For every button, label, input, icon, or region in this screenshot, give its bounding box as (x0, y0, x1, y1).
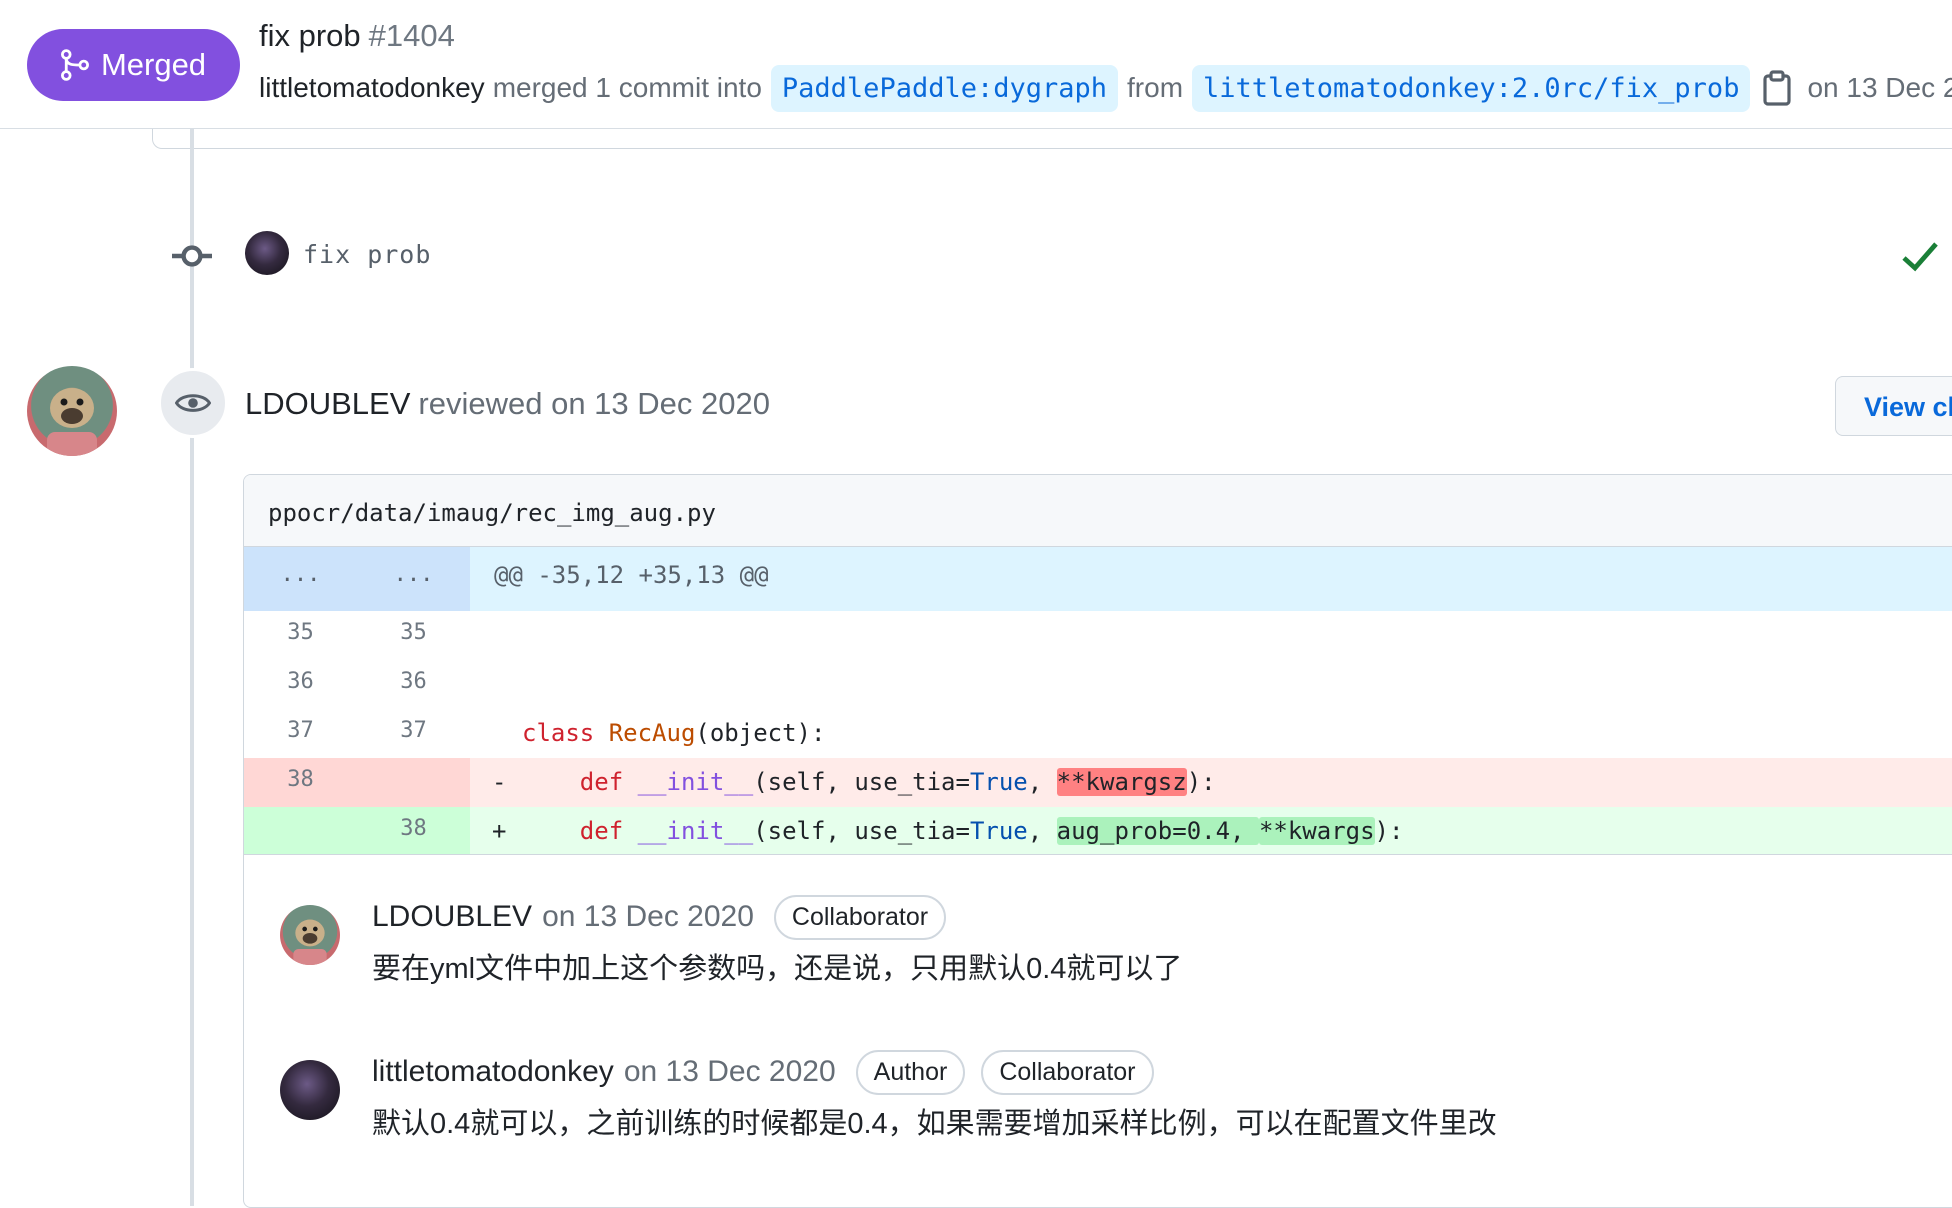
git-merge-icon (60, 49, 89, 81)
hunk-header-text: @@ -35,12 +35,13 @@ (494, 561, 769, 589)
hunk-expand-new[interactable]: ... (357, 547, 470, 611)
reviewer-avatar[interactable] (27, 366, 117, 456)
new-line-number[interactable]: 37 (357, 709, 470, 758)
head-branch-label[interactable]: littletomatodonkey:2.0rc/fix_prob (1192, 64, 1751, 112)
from-text: from (1127, 72, 1184, 103)
diff-line: 37 37 class RecAug(object): (244, 709, 1952, 758)
copy-icon[interactable] (1761, 70, 1793, 106)
pr-author-link[interactable]: littletomatodonkey (259, 72, 485, 104)
comment-body: 要在yml文件中加上这个参数吗，还是说，只用默认0.4就可以了 (372, 953, 1183, 985)
pr-header: Merged fix prob #1404 littletomatodonkey … (0, 0, 1952, 129)
pug-avatar-art (47, 388, 97, 456)
old-line-number[interactable]: 37 (244, 709, 357, 758)
commit-row: fix prob (0, 228, 1952, 284)
old-line-number[interactable]: 36 (244, 660, 357, 709)
commit-message-link[interactable]: fix prob (303, 240, 431, 269)
view-changes-button[interactable]: View ch (1835, 376, 1952, 436)
comment-author-link[interactable]: littletomatodonkey (372, 1055, 614, 1089)
comment-header: littletomatodonkey on 13 Dec 2020 Author… (372, 1048, 1154, 1096)
collaborator-badge: Collaborator (981, 1049, 1154, 1095)
base-branch-label[interactable]: PaddlePaddle:dygraph (770, 64, 1119, 112)
comment-date-link[interactable]: on 13 Dec 2020 (542, 900, 754, 934)
diff-line-code: class RecAug(object): (522, 719, 826, 747)
comment-header: LDOUBLEV on 13 Dec 2020 Collaborator (372, 893, 947, 941)
comment-date-link[interactable]: on 13 Dec 2020 (624, 1055, 836, 1089)
review-thread-card: ppocr/data/imaug/rec_img_aug.py ... ... … (243, 474, 1952, 1208)
collaborator-badge: Collaborator (773, 894, 947, 940)
comment-author-link[interactable]: LDOUBLEV (372, 900, 532, 934)
check-icon[interactable] (1900, 238, 1940, 274)
review-summary: LDOUBLEV reviewed on 13 Dec 2020 (245, 386, 770, 422)
commit-author-avatar[interactable] (245, 231, 289, 275)
pr-meta-line: littletomatodonkey merged 1 commit into … (259, 60, 1952, 116)
git-commit-icon (172, 245, 212, 267)
new-line-number-empty (357, 758, 470, 807)
author-badge: Author (855, 1049, 966, 1095)
diff-file-header: ppocr/data/imaug/rec_img_aug.py (244, 475, 1952, 547)
timeline-rail (190, 128, 194, 1206)
pug-avatar-art (293, 919, 327, 965)
diff-hunk-header: ... ... @@ -35,12 +35,13 @@ (244, 547, 1952, 611)
diff-line: 35 35 (244, 611, 1952, 660)
review-eye-badge (158, 368, 228, 438)
pr-title: fix prob (259, 18, 361, 53)
diff-divider (244, 854, 1952, 855)
merged-status-badge: Merged (27, 29, 240, 101)
new-line-number[interactable]: 35 (357, 611, 470, 660)
pr-title-line: fix prob #1404 (259, 18, 455, 54)
old-line-number-empty (244, 807, 357, 855)
diff-line-code (470, 611, 1952, 660)
diff-line-code (470, 660, 1952, 709)
merge-action-text: merged 1 commit into (492, 72, 762, 103)
pr-number: #1404 (368, 18, 455, 53)
commenter-avatar[interactable] (280, 1060, 340, 1120)
commenter-avatar[interactable] (280, 905, 340, 965)
diff-line-code: + def __init__(self, use_tia=True, aug_p… (492, 817, 1404, 845)
hunk-expand-old[interactable]: ... (244, 547, 357, 611)
new-line-number[interactable]: 38 (357, 807, 470, 855)
merge-date: on 13 Dec 2020 (1807, 72, 1952, 103)
diff-line-code: - def __init__(self, use_tia=True, **kwa… (492, 768, 1216, 796)
old-line-number[interactable]: 35 (244, 611, 357, 660)
diff-line: 36 36 (244, 660, 1952, 709)
eye-icon (175, 394, 211, 412)
new-line-number[interactable]: 36 (357, 660, 470, 709)
old-line-number[interactable]: 38 (244, 758, 357, 807)
diff-added-line: 38 + def __init__(self, use_tia=True, au… (244, 807, 1952, 855)
merged-status-label: Merged (100, 47, 207, 82)
comment-body: 默认0.4就可以，之前训练的时候都是0.4，如果需要增加采样比例，可以在配置文件… (372, 1108, 1497, 1140)
diff-deleted-line: 38 - def __init__(self, use_tia=True, **… (244, 758, 1952, 807)
diff-file-path[interactable]: ppocr/data/imaug/rec_img_aug.py (268, 499, 716, 527)
review-action-text: reviewed on 13 Dec 2020 (418, 386, 770, 421)
reviewer-name-link[interactable]: LDOUBLEV (245, 386, 410, 421)
